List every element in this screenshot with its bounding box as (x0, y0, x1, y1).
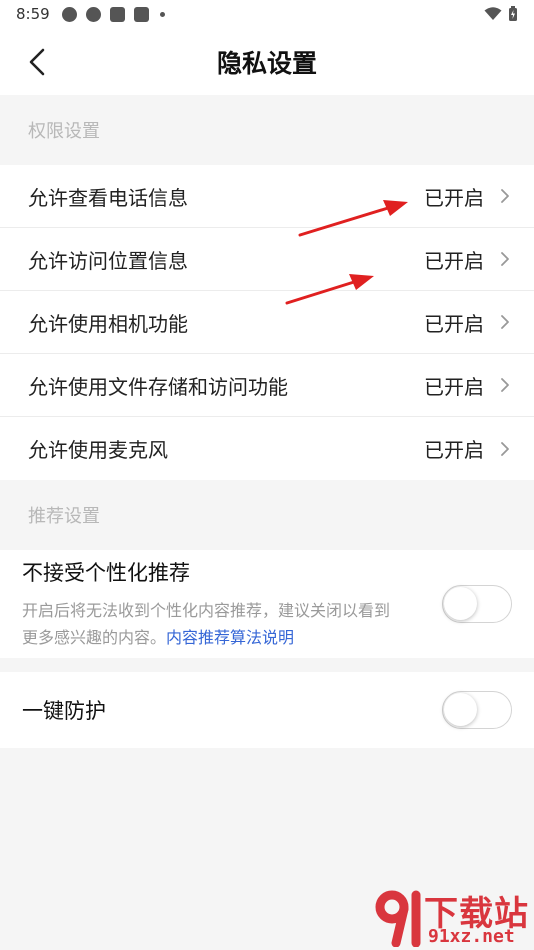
recommendation-title: 不接受个性化推荐 (22, 561, 190, 585)
chevron-right-icon (501, 441, 509, 456)
permission-row-microphone[interactable]: 允许使用麦克风 已开启 (0, 417, 534, 480)
permission-label: 允许使用文件存储和访问功能 (28, 374, 288, 399)
permission-status: 已开启 (424, 311, 484, 336)
chevron-right-icon (501, 378, 509, 392)
app-notification-icon (61, 6, 77, 22)
permission-row-location[interactable]: 允许访问位置信息 已开启 (0, 228, 534, 291)
permission-label: 允许使用麦克风 (28, 438, 168, 462)
app-notification-icon (85, 6, 101, 22)
personalized-recommendation-row: 不接受个性化推荐 开启后将无法收到个性化内容推荐，建议关闭以看到更多感兴趣的内容… (0, 550, 534, 658)
status-time: 8:59 (16, 5, 50, 23)
recommendation-description: 开启后将无法收到个性化内容推荐，建议关闭以看到更多感兴趣的内容。内容推荐算法说明 (22, 597, 402, 651)
permissions-list: 允许查看电话信息 已开启 允许访问位置信息 已开启 允许使用相机功能 已开启 允… (0, 165, 534, 480)
permission-row-storage[interactable]: 允许使用文件存储和访问功能 已开启 (0, 354, 534, 417)
permission-status: 已开启 (424, 374, 484, 399)
chevron-right-icon (501, 252, 509, 266)
permission-status: 已开启 (424, 248, 484, 273)
permission-label: 允许访问位置信息 (28, 248, 188, 273)
one-click-protection-label: 一键防护 (22, 699, 106, 723)
battery-icon (509, 6, 517, 21)
permission-row-camera[interactable]: 允许使用相机功能 已开启 (0, 291, 534, 354)
title-bar: 隐私设置 (0, 28, 534, 95)
personalized-recommendation-toggle[interactable] (442, 585, 512, 623)
toggle-knob (444, 587, 477, 620)
permission-label: 允许使用相机功能 (28, 311, 188, 336)
back-arrow-icon[interactable] (22, 46, 54, 78)
chevron-right-icon (501, 315, 509, 329)
section-header-recommendation: 推荐设置 (28, 506, 100, 527)
toggle-knob (444, 693, 477, 726)
section-header-permissions: 权限设置 (28, 121, 100, 142)
watermark-logo-icon (375, 890, 421, 947)
more-notifications-icon (159, 11, 165, 17)
algorithm-explanation-link[interactable]: 内容推荐算法说明 (166, 628, 294, 647)
chevron-right-icon (501, 189, 509, 203)
permission-label: 允许查看电话信息 (28, 185, 188, 210)
app-notification-icon (109, 6, 125, 22)
one-click-protection-row: 一键防护 (0, 672, 534, 748)
one-click-protection-toggle[interactable] (442, 691, 512, 729)
watermark: 下载站 91xz.net (372, 886, 532, 948)
page-title: 隐私设置 (216, 48, 317, 78)
wifi-icon (484, 7, 502, 20)
permission-row-phone-info[interactable]: 允许查看电话信息 已开启 (0, 165, 534, 228)
status-bar: 8:59 (0, 0, 534, 28)
permission-status: 已开启 (424, 185, 484, 210)
watermark-domain: 91xz.net (428, 926, 515, 947)
permission-status: 已开启 (424, 438, 484, 462)
app-notification-icon (133, 6, 149, 22)
